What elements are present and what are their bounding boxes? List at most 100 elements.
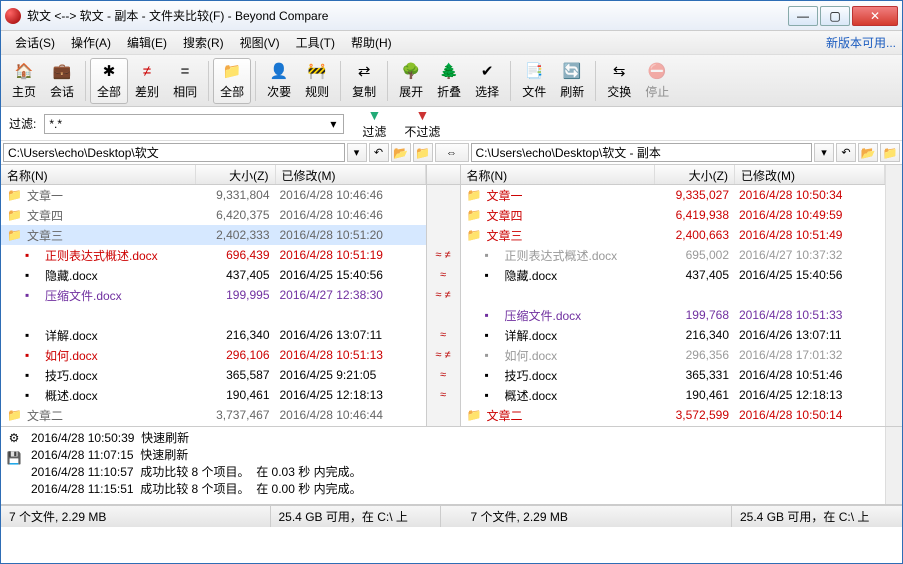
- stop-button[interactable]: ⛔停止: [638, 58, 676, 104]
- file-row[interactable]: ▪隐藏.docx437,4052016/4/25 15:40:56: [1, 265, 426, 285]
- right-path-input[interactable]: [471, 143, 813, 162]
- menu-tools[interactable]: 工具(T): [288, 32, 343, 53]
- menu-session[interactable]: 会话(S): [7, 32, 63, 53]
- log-lines[interactable]: 2016/4/28 10:50:39 快速刷新2016/4/28 11:07:1…: [27, 427, 885, 504]
- right-up-button[interactable]: 📁: [880, 143, 900, 162]
- filter-input[interactable]: [44, 114, 344, 134]
- folder-row[interactable]: 📁文章三2,402,3332016/4/28 10:51:20: [1, 225, 426, 245]
- close-button[interactable]: ✕: [852, 6, 898, 26]
- right-file-list[interactable]: 📁文章一9,335,0272016/4/28 10:50:34📁文章四6,419…: [461, 185, 886, 426]
- menu-help[interactable]: 帮助(H): [343, 32, 400, 53]
- expand-button[interactable]: 🌳展开: [392, 58, 430, 104]
- left-browse-button[interactable]: 📂: [391, 143, 411, 162]
- file-size: 296,106: [196, 348, 276, 362]
- collapse-button[interactable]: 🌲折叠: [430, 58, 468, 104]
- menu-search[interactable]: 搜索(R): [175, 32, 232, 53]
- col-size[interactable]: 大小(Z): [655, 165, 735, 184]
- all-filter-button[interactable]: ✱全部: [90, 58, 128, 104]
- file-row[interactable]: ▪概述.docx190,4612016/4/25 12:18:13: [1, 385, 426, 405]
- filter-dropdown-icon[interactable]: ▾: [330, 117, 336, 131]
- left-path-input[interactable]: [3, 143, 345, 162]
- diff-marker: ≈: [427, 365, 460, 385]
- gear-icon[interactable]: ⚙: [9, 431, 20, 445]
- right-path-dropdown[interactable]: ▾: [814, 143, 834, 162]
- same-button[interactable]: =相同: [166, 58, 204, 104]
- file-row[interactable]: ▪正则表达式概述.docx695,0022016/4/27 10:37:32: [461, 245, 886, 265]
- apply-filter-button[interactable]: ▼过滤: [356, 107, 392, 140]
- window-title: 软文 <--> 软文 - 副本 - 文件夹比较(F) - Beyond Comp…: [27, 7, 786, 24]
- left-file-list[interactable]: 📁文章一9,331,8042016/4/28 10:46:46📁文章四6,420…: [1, 185, 426, 426]
- file-size: 696,439: [196, 248, 276, 262]
- toolbar: 🏠主页 💼会话 ✱全部 ≠差别 =相同 📁全部 👤次要 🚧规则 ⇄复制 🌳展开 …: [1, 55, 902, 107]
- left-up-button[interactable]: 📁: [413, 143, 433, 162]
- update-link[interactable]: 新版本可用...: [826, 34, 896, 51]
- folder-row[interactable]: 📁文章四6,420,3752016/4/28 10:46:46: [1, 205, 426, 225]
- right-free: 25.4 GB 可用，在 C:\ 上: [732, 506, 902, 527]
- files-button[interactable]: 📑文件: [515, 58, 553, 104]
- diff-button[interactable]: ≠差别: [128, 58, 166, 104]
- file-row[interactable]: ▪压缩文件.docx199,9952016/4/27 12:38:30: [1, 285, 426, 305]
- folder-row[interactable]: 📁文章一9,335,0272016/4/28 10:50:34: [461, 185, 886, 205]
- folder-row[interactable]: 📁文章二3,572,5992016/4/28 10:50:14: [461, 405, 886, 425]
- scrollbar[interactable]: [885, 165, 902, 426]
- folder-row[interactable]: 📁文章三2,400,6632016/4/28 10:51:49: [461, 225, 886, 245]
- file-row[interactable]: ▪技巧.docx365,5872016/4/25 9:21:05: [1, 365, 426, 385]
- file-row[interactable]: ▪压缩文件.docx199,7682016/4/28 10:51:33: [461, 305, 886, 325]
- clear-filter-button[interactable]: ▼不过滤: [398, 107, 446, 140]
- swap-button[interactable]: ⇆交换: [600, 58, 638, 104]
- select-button[interactable]: ✔选择: [468, 58, 506, 104]
- file-row[interactable]: ▪如何.docx296,3562016/4/28 17:01:32: [461, 345, 886, 365]
- file-name: 压缩文件.docx: [45, 287, 196, 304]
- swap-paths-button[interactable]: ⇔: [435, 143, 469, 162]
- sessions-button[interactable]: 💼会话: [43, 58, 81, 104]
- home-icon: 🏠: [14, 61, 34, 81]
- file-row[interactable]: ▪隐藏.docx437,4052016/4/25 15:40:56: [461, 265, 886, 285]
- col-size[interactable]: 大小(Z): [196, 165, 276, 184]
- home-button[interactable]: 🏠主页: [5, 58, 43, 104]
- folder-row[interactable]: 📁文章二3,737,4672016/4/28 10:46:44: [1, 405, 426, 425]
- menu-view[interactable]: 视图(V): [232, 32, 288, 53]
- menu-action[interactable]: 操作(A): [63, 32, 119, 53]
- rules-button[interactable]: 🚧规则: [298, 58, 336, 104]
- folder-up-icon: 📁: [883, 146, 898, 160]
- file-size: 2,402,333: [196, 228, 276, 242]
- file-name: 技巧.docx: [505, 367, 656, 384]
- maximize-button[interactable]: ▢: [820, 6, 850, 26]
- right-browse-button[interactable]: 📂: [858, 143, 878, 162]
- file-row[interactable]: ▪正则表达式概述.docx696,4392016/4/28 10:51:19: [1, 245, 426, 265]
- file-row[interactable]: [1, 305, 426, 325]
- col-name[interactable]: 名称(N): [1, 165, 196, 184]
- file-name: 详解.docx: [505, 327, 656, 344]
- col-name[interactable]: 名称(N): [461, 165, 656, 184]
- compare-panes: 名称(N) 大小(Z) 已修改(M) 📁文章一9,331,8042016/4/2…: [1, 165, 902, 427]
- col-modified[interactable]: 已修改(M): [735, 165, 885, 184]
- refresh-button[interactable]: 🔄刷新: [553, 58, 591, 104]
- file-row[interactable]: [461, 285, 886, 305]
- menu-edit[interactable]: 编辑(E): [119, 32, 175, 53]
- folder-row[interactable]: 📁文章四6,419,9382016/4/28 10:49:59: [461, 205, 886, 225]
- menu-bar: 会话(S) 操作(A) 编辑(E) 搜索(R) 视图(V) 工具(T) 帮助(H…: [1, 31, 902, 55]
- file-row[interactable]: ▪详解.docx216,3402016/4/26 13:07:11: [1, 325, 426, 345]
- col-modified[interactable]: 已修改(M): [276, 165, 426, 184]
- right-history-button[interactable]: ↶: [836, 143, 856, 162]
- separator: [208, 61, 209, 101]
- folder-row[interactable]: 📁文章一9,331,8042016/4/28 10:46:46: [1, 185, 426, 205]
- left-path-dropdown[interactable]: ▾: [347, 143, 367, 162]
- file-row[interactable]: ▪如何.docx296,1062016/4/28 10:51:13: [1, 345, 426, 365]
- file-date: 2016/4/28 10:51:13: [276, 348, 426, 362]
- file-row[interactable]: ▪技巧.docx365,3312016/4/28 10:51:46: [461, 365, 886, 385]
- referee-icon: 🚧: [307, 61, 327, 81]
- left-history-button[interactable]: ↶: [369, 143, 389, 162]
- file-size: 9,335,027: [655, 188, 735, 202]
- diff-marker: [427, 225, 460, 245]
- log-scrollbar[interactable]: [885, 427, 902, 504]
- minor-button[interactable]: 👤次要: [260, 58, 298, 104]
- file-row[interactable]: ▪详解.docx216,3402016/4/26 13:07:11: [461, 325, 886, 345]
- file-row[interactable]: ▪概述.docx190,4612016/4/25 12:18:13: [461, 385, 886, 405]
- copy-button[interactable]: ⇄复制: [345, 58, 383, 104]
- folder-icon: 📁: [7, 208, 23, 222]
- title-bar: 软文 <--> 软文 - 副本 - 文件夹比较(F) - Beyond Comp…: [1, 1, 902, 31]
- struct-all-button[interactable]: 📁全部: [213, 58, 251, 104]
- minimize-button[interactable]: —: [788, 6, 818, 26]
- save-icon[interactable]: 💾: [7, 451, 22, 465]
